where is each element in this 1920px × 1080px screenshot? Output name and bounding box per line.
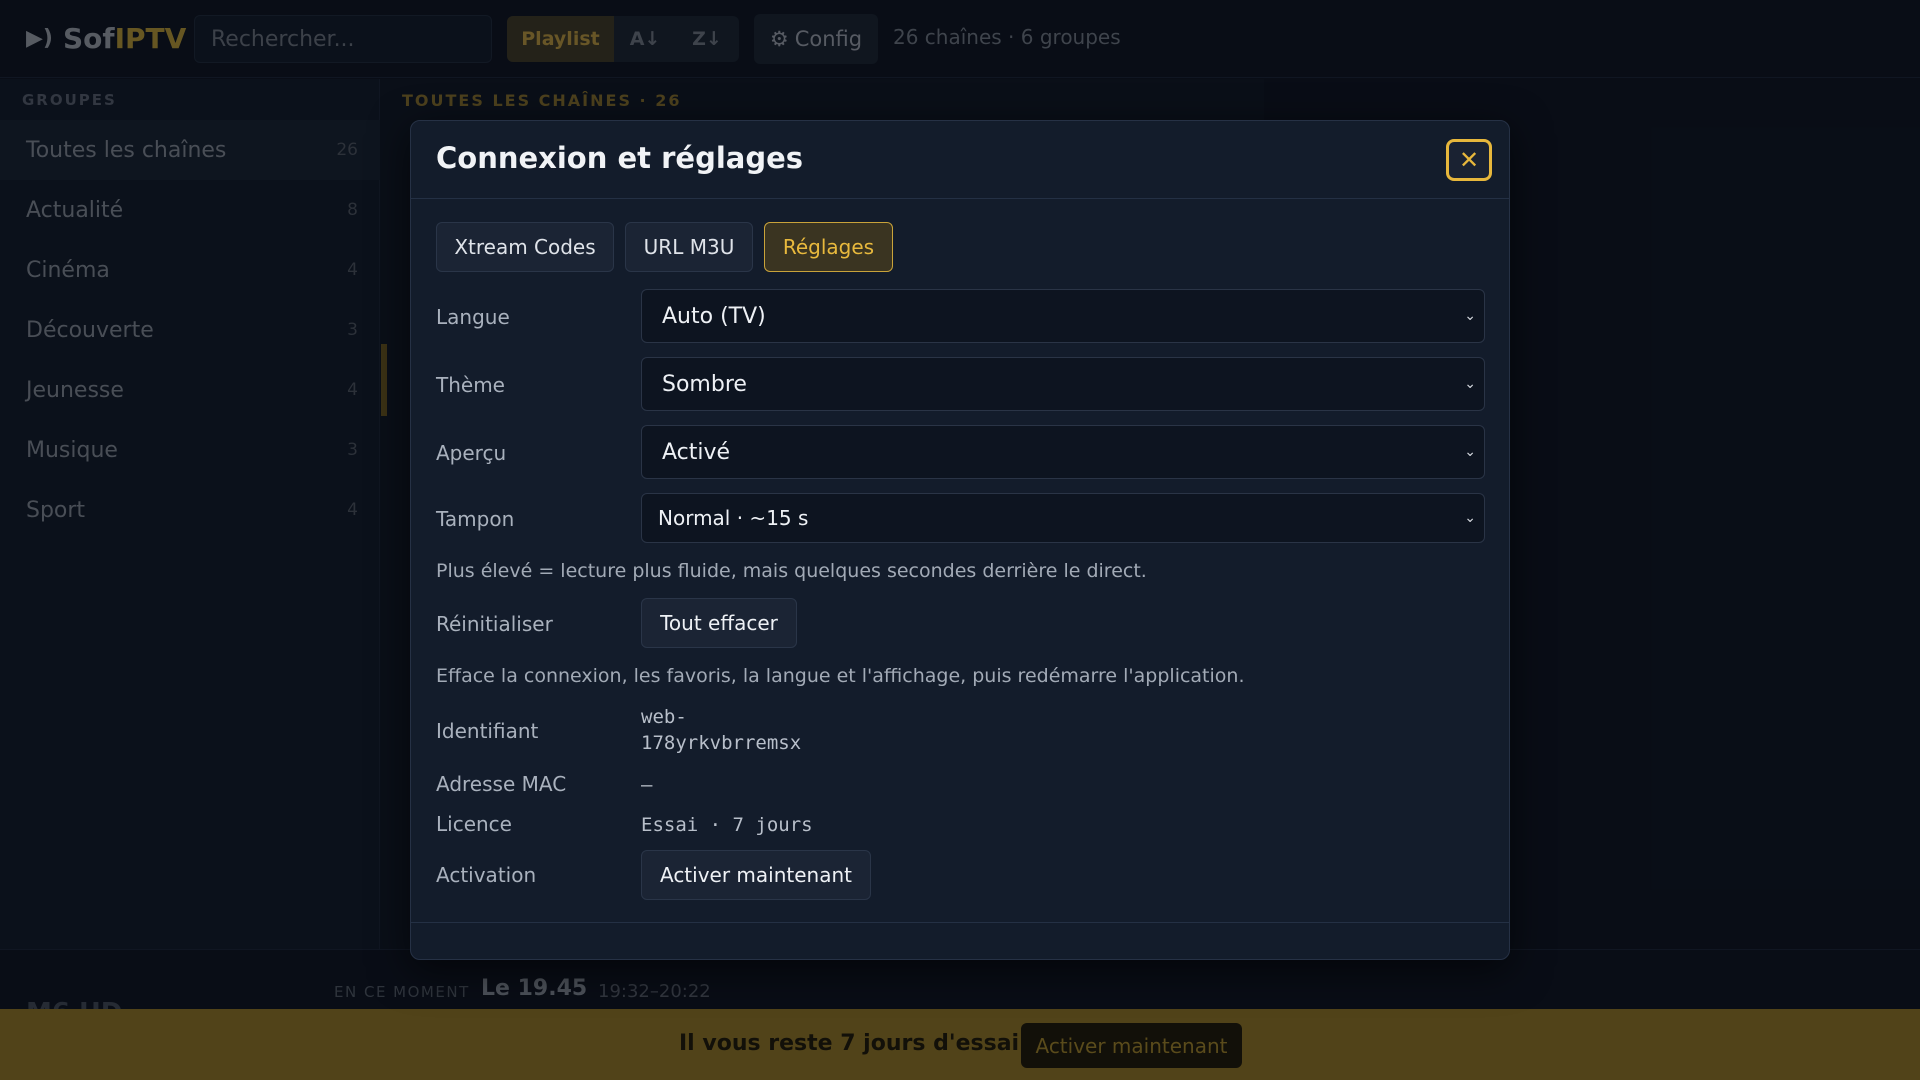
reset-help: Efface la connexion, les favoris, la lan… (436, 665, 1245, 687)
theme-select[interactable]: Sombre ⌄ (641, 357, 1485, 411)
identifier-label: Identifiant (436, 719, 539, 743)
buffer-value: Normal · ~15 s (658, 506, 809, 530)
tab-url-m3u[interactable]: URL M3U (625, 222, 753, 272)
language-select[interactable]: Auto (TV) ⌄ (641, 289, 1485, 343)
modal-title: Connexion et réglages (436, 141, 804, 175)
close-button[interactable]: ✕ (1446, 139, 1492, 181)
buffer-help: Plus élevé = lecture plus fluide, mais q… (436, 560, 1147, 582)
license-label: Licence (436, 812, 512, 836)
preview-value: Activé (662, 439, 731, 465)
buffer-select[interactable]: Normal · ~15 s ⌄ (641, 493, 1485, 543)
activation-label: Activation (436, 863, 537, 887)
identifier-line: 178yrkvbrremsx (641, 732, 802, 754)
clear-all-button[interactable]: Tout effacer (641, 598, 797, 648)
preview-label: Aperçu (436, 441, 507, 465)
theme-label: Thème (436, 373, 505, 397)
buffer-label: Tampon (436, 507, 515, 531)
preview-select[interactable]: Activé ⌄ (641, 425, 1485, 479)
language-value: Auto (TV) (662, 303, 766, 329)
reset-label: Réinitialiser (436, 612, 553, 636)
close-icon: ✕ (1458, 146, 1480, 174)
chevron-down-icon: ⌄ (1464, 376, 1476, 392)
identifier-value: web- 178yrkvbrremsx (641, 704, 801, 756)
language-label: Langue (436, 305, 510, 329)
chevron-down-icon: ⌄ (1464, 308, 1476, 324)
chevron-down-icon: ⌄ (1464, 444, 1476, 460)
tab-settings[interactable]: Réglages (764, 222, 893, 272)
tab-xtream-codes[interactable]: Xtream Codes (436, 222, 614, 272)
modal-header: Connexion et réglages ✕ (411, 121, 1509, 199)
modal-footer-divider (411, 922, 1509, 923)
mac-value: — (641, 774, 653, 796)
mac-label: Adresse MAC (436, 772, 567, 796)
activate-now-button[interactable]: Activer maintenant (641, 850, 871, 900)
settings-modal: Connexion et réglages ✕ Xtream Codes URL… (410, 120, 1510, 960)
theme-value: Sombre (662, 371, 747, 397)
chevron-down-icon: ⌄ (1464, 510, 1476, 526)
identifier-line: web- (641, 706, 687, 728)
license-value: Essai · 7 jours (641, 814, 813, 836)
